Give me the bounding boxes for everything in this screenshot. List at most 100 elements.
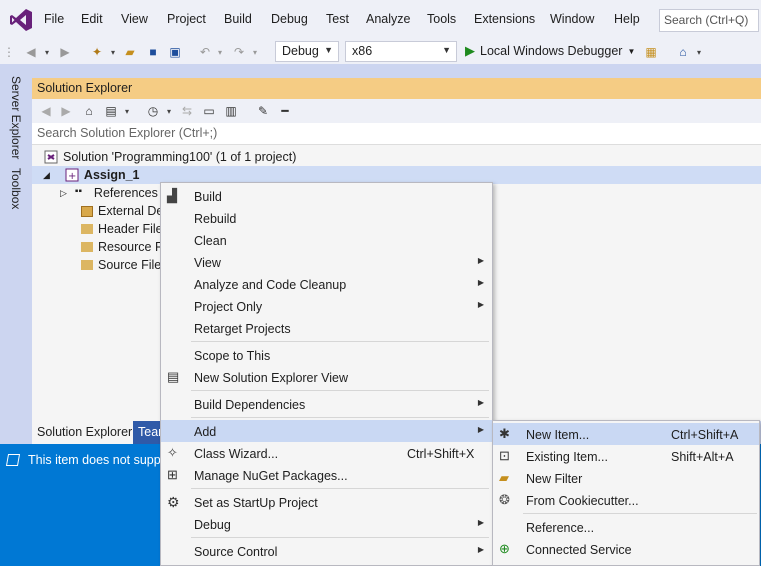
menu-help[interactable]: Help: [614, 12, 640, 26]
switch-views-dropdown-icon[interactable]: ▾: [122, 102, 132, 120]
collapse-arrow-icon[interactable]: ◢: [43, 170, 50, 181]
search-input[interactable]: Search (Ctrl+Q): [659, 9, 759, 32]
save-all-icon[interactable]: ▣: [166, 43, 184, 61]
window-layout-icon[interactable]: ⌂: [674, 43, 692, 61]
menu-build[interactable]: Build: [224, 12, 252, 26]
preview-icon[interactable]: ━: [276, 102, 294, 120]
forward-icon[interactable]: ▶: [58, 102, 74, 120]
back-icon[interactable]: ◀: [38, 102, 54, 120]
configuration-dropdown[interactable]: Debug ▼: [275, 41, 339, 62]
menu-item-reference[interactable]: Reference...: [493, 516, 759, 538]
platform-value: x86: [352, 44, 373, 58]
toolbar-overflow-icon[interactable]: ▾: [694, 43, 704, 61]
properties-wrench-icon[interactable]: ✎: [254, 102, 272, 120]
menu-item-source-control[interactable]: Source Control ▶: [161, 540, 492, 562]
menu-item-cookiecutter[interactable]: ❂ From Cookiecutter...: [493, 489, 759, 511]
menu-edit[interactable]: Edit: [81, 12, 103, 26]
tree-item-label: Header File: [98, 222, 163, 236]
menu-test[interactable]: Test: [326, 12, 349, 26]
menu-item-project-only[interactable]: Project Only ▶: [161, 295, 492, 317]
sync-icon[interactable]: ⇆: [178, 102, 196, 120]
solution-label: Solution 'Programming100' (1 of 1 projec…: [63, 150, 297, 164]
solution-explorer-title: Solution Explorer: [32, 78, 761, 99]
menu-extensions[interactable]: Extensions: [474, 12, 535, 26]
switch-views-icon[interactable]: ▤: [102, 102, 120, 120]
home-icon[interactable]: ⌂: [80, 102, 98, 120]
menu-item-build-dependencies[interactable]: Build Dependencies ▶: [161, 393, 492, 415]
menu-item-scope-to-this[interactable]: Scope to This: [161, 344, 492, 366]
menu-item-new-view[interactable]: ▤ New Solution Explorer View: [161, 366, 492, 388]
menu-item-view[interactable]: View ▶: [161, 251, 492, 273]
redo-dropdown-icon[interactable]: ▾: [250, 43, 260, 61]
submenu-arrow-icon: ▶: [477, 518, 484, 527]
folder-icon: [81, 224, 93, 234]
menu-project[interactable]: Project: [167, 12, 206, 26]
menu-item-set-startup[interactable]: ⚙ Set as StartUp Project: [161, 491, 492, 513]
menu-item-debug[interactable]: Debug ▶: [161, 513, 492, 535]
menu-item-new-filter[interactable]: ▰ New Filter: [493, 467, 759, 489]
source-files-node[interactable]: Source File: [81, 256, 161, 274]
info-message: This item does not suppo: [28, 453, 168, 467]
menu-file[interactable]: File: [44, 12, 64, 26]
existing-item-icon: ⊡: [499, 448, 510, 463]
tree-item-label: External De: [98, 204, 164, 218]
expand-arrow-icon[interactable]: ▷: [60, 188, 67, 199]
menu-item-class-wizard[interactable]: ✧ Class Wizard... Ctrl+Shift+X: [161, 442, 492, 464]
solution-explorer-toolbar: ◀ ▶ ⌂ ▤ ▾ ◷ ▾ ⇆ ▭ ▥ ✎ ━: [32, 99, 761, 123]
menu-item-rebuild[interactable]: Rebuild: [161, 207, 492, 229]
back-dropdown-icon[interactable]: ▾: [42, 43, 52, 61]
menu-tools[interactable]: Tools: [427, 12, 456, 26]
menu-item-new-item[interactable]: ✱ New Item... Ctrl+Shift+A: [493, 423, 759, 445]
menu-item-retarget[interactable]: Retarget Projects: [161, 317, 492, 339]
menu-view[interactable]: View: [121, 12, 148, 26]
undo-dropdown-icon[interactable]: ▾: [215, 43, 225, 61]
chevron-down-icon: ▼: [324, 45, 333, 55]
side-tab-strip: Server Explorer Toolbox: [0, 64, 32, 444]
forward-icon[interactable]: ▶: [56, 43, 74, 61]
toolbox-tab[interactable]: Toolbox: [9, 168, 23, 209]
references-node[interactable]: ▷ ▪▪ References: [60, 184, 158, 202]
menu-window[interactable]: Window: [550, 12, 594, 26]
server-explorer-tab[interactable]: Server Explorer: [9, 76, 23, 159]
menu-separator: [523, 513, 757, 514]
menu-item-connected-service[interactable]: ⊕ Connected Service: [493, 538, 759, 560]
build-icon: ▟: [167, 188, 177, 203]
tree-item-label: References: [93, 186, 158, 200]
menu-analyze[interactable]: Analyze: [366, 12, 410, 26]
new-project-icon[interactable]: ✦: [88, 43, 106, 61]
menu-item-add[interactable]: Add ▶: [161, 420, 492, 442]
menu-debug[interactable]: Debug: [271, 12, 308, 26]
connected-service-icon: ⊕: [499, 541, 510, 556]
back-icon[interactable]: ◀: [22, 43, 40, 61]
menu-item-clean[interactable]: Clean: [161, 229, 492, 251]
submenu-arrow-icon: ▶: [477, 278, 484, 287]
undo-icon[interactable]: ↶: [196, 43, 214, 61]
resource-files-node[interactable]: Resource F: [81, 238, 163, 256]
filter-dropdown-icon[interactable]: ▾: [164, 102, 174, 120]
menu-item-existing-item[interactable]: ⊡ Existing Item... Shift+Alt+A: [493, 445, 759, 467]
external-dependencies-node[interactable]: External De: [81, 202, 163, 220]
save-icon[interactable]: ■: [144, 43, 162, 61]
new-project-dropdown-icon[interactable]: ▾: [108, 43, 118, 61]
menu-item-manage-nuget[interactable]: ⊞ Manage NuGet Packages...: [161, 464, 492, 486]
header-files-node[interactable]: Header File: [81, 220, 163, 238]
submenu-arrow-icon: ▶: [477, 425, 484, 434]
show-all-files-icon[interactable]: ▥: [222, 102, 240, 120]
open-folder-icon[interactable]: ▰: [121, 43, 139, 61]
start-debugging-button[interactable]: ▶ Local Windows Debugger ▼: [465, 43, 635, 59]
references-icon: ▪▪: [74, 186, 83, 197]
solution-explorer-search-input[interactable]: Search Solution Explorer (Ctrl+;): [32, 123, 761, 145]
pending-changes-filter-icon[interactable]: ◷: [144, 102, 162, 120]
redo-icon[interactable]: ↷: [230, 43, 248, 61]
menu-item-analyze[interactable]: Analyze and Code Cleanup ▶: [161, 273, 492, 295]
solution-node[interactable]: Solution 'Programming100' (1 of 1 projec…: [44, 148, 296, 166]
platform-dropdown[interactable]: x86 ▼: [345, 41, 457, 62]
menu-separator: [191, 537, 489, 538]
chevron-down-icon: ▼: [442, 45, 451, 55]
visual-studio-logo-icon[interactable]: [8, 7, 34, 33]
find-in-files-icon[interactable]: ▦: [642, 43, 660, 61]
new-item-icon: ✱: [499, 426, 510, 441]
menu-item-build[interactable]: ▟ Build: [161, 185, 492, 207]
solution-explorer-tab[interactable]: Solution Explorer: [32, 421, 138, 444]
collapse-all-icon[interactable]: ▭: [200, 102, 218, 120]
